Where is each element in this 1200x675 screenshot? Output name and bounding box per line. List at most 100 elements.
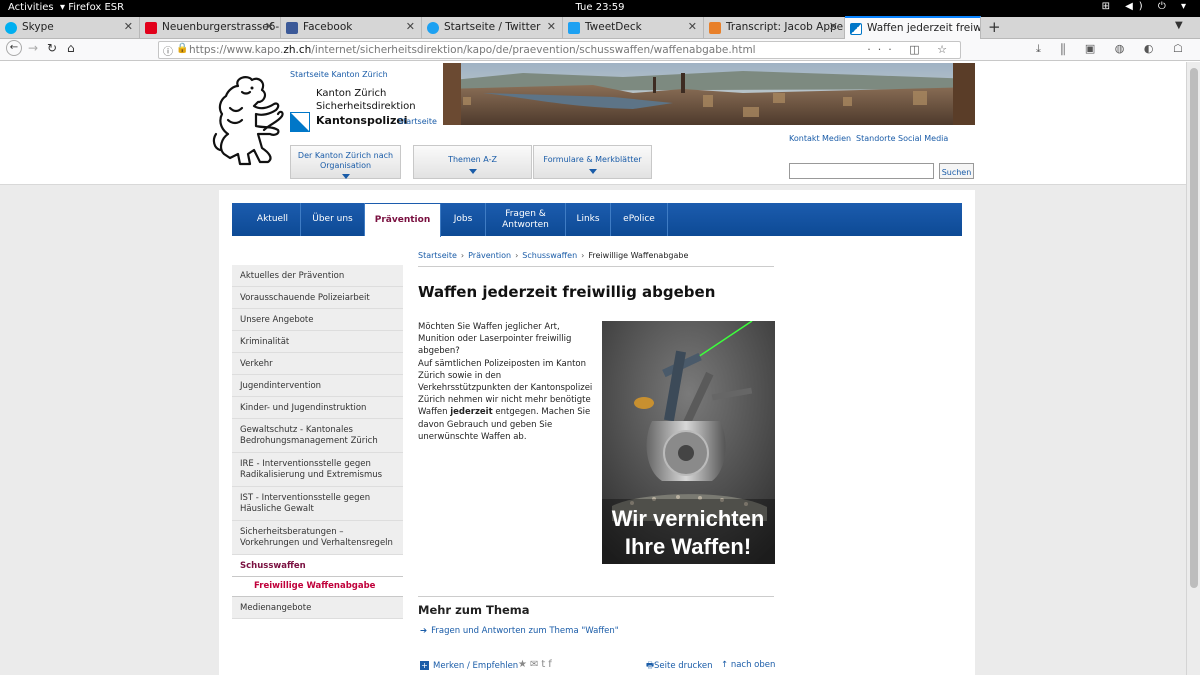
service-link-medien[interactable]: Medien <box>822 134 851 143</box>
facebook-icon[interactable]: f <box>548 659 555 670</box>
skype-icon <box>5 22 17 34</box>
tab-tweetdeck[interactable]: TweetDeck ✕ <box>563 17 704 39</box>
service-link-kontakt[interactable]: Kontakt <box>789 134 820 143</box>
topnav-themen[interactable]: Themen A-Z <box>413 145 532 179</box>
home-button[interactable]: ⌂ <box>67 41 75 55</box>
chevron-down-icon <box>588 169 597 174</box>
plus-icon: + <box>420 661 429 670</box>
breadcrumb-link[interactable]: Startseite <box>418 251 457 260</box>
arrow-up-icon: ↑ <box>721 660 731 670</box>
mainnav-aktuell[interactable]: Aktuell <box>245 203 301 236</box>
chevron-down-icon <box>341 174 350 179</box>
merken-label: Merken / Empfehlen <box>433 661 519 671</box>
site-search-button[interactable]: Suchen <box>939 163 974 179</box>
merken-empfehlen-button[interactable]: + Merken / Empfehlen <box>420 661 518 671</box>
mainnav-epolice[interactable]: ePolice <box>611 203 668 236</box>
kapo-startseite-link[interactable]: Startseite <box>398 117 437 126</box>
system-status-icons[interactable]: ⊞ ◀) ⏻ ▾ <box>1102 1 1192 12</box>
topnav-label: Formulare & Merkblätter <box>543 155 642 164</box>
sidebar-item-gewaltschutz[interactable]: Gewaltschutz - Kantonales Bedrohungsmana… <box>232 419 403 453</box>
sidebar-item-waffenabgabe[interactable]: Freiwillige Waffenabgabe <box>232 577 403 597</box>
service-link-standorte[interactable]: Standorte <box>856 134 896 143</box>
topnav-formulare[interactable]: Formulare & Merkblätter <box>533 145 652 179</box>
topnav-organisation[interactable]: Der Kanton Zürich nach Organisation <box>290 145 401 179</box>
sidebar-item-ire[interactable]: IRE - Interventionsstelle gegen Radikali… <box>232 453 403 487</box>
mainnav-praevention[interactable]: Prävention <box>365 204 441 237</box>
tab-twitter[interactable]: Startseite / Twitter ✕ <box>422 17 563 39</box>
sidebar-item-jugendinstruktion[interactable]: Kinder- und Jugendinstruktion <box>232 397 403 419</box>
related-link[interactable]: ➔ Fragen und Antworten zum Thema "Waffen" <box>420 626 619 636</box>
sidebar-item-verkehr[interactable]: Verkehr <box>232 353 403 375</box>
topnav-label: Der Kanton Zürich nach Organisation <box>297 151 394 170</box>
tab-facebook[interactable]: Facebook ✕ <box>281 17 422 39</box>
mainnav-links[interactable]: Links <box>566 203 611 236</box>
tab-label: Skype <box>22 21 54 33</box>
sidebar-item-schusswaffen[interactable]: Schusswaffen <box>232 555 403 577</box>
close-icon[interactable]: ✕ <box>406 20 415 33</box>
close-icon[interactable]: ✕ <box>124 20 133 33</box>
back-to-top-button[interactable]: ↑ nach oben <box>721 660 775 670</box>
article-paragraph: Möchten Sie Waffen jeglicher Art, Muniti… <box>418 322 572 357</box>
sidebar-item-medienangebote[interactable]: Medienangebote <box>232 597 403 619</box>
breadcrumb-link[interactable]: Prävention <box>468 251 511 260</box>
breadcrumb-link[interactable]: Schusswaffen <box>522 251 577 260</box>
tab-label: TweetDeck <box>585 21 642 33</box>
zettel-icon <box>145 22 157 34</box>
sidebar-item-aktuelles[interactable]: Aktuelles der Prävention <box>232 265 403 287</box>
system-top-bar: Activities ▾ Firefox ESR Tue 23:59 ⊞ ◀) … <box>0 0 1200 17</box>
lock-icon[interactable]: 🔒 <box>176 43 188 54</box>
tab-neuenburgerstrasse[interactable]: Neuenburgerstrasse6-10 ✕ <box>140 17 281 39</box>
mainnav-ueber-uns[interactable]: Über uns <box>301 203 365 236</box>
tab-waffen-active[interactable]: Waffen jederzeit freiwillig <box>845 16 981 40</box>
sidebar-item-jugendintervention[interactable]: Jugendintervention <box>232 375 403 397</box>
reload-button[interactable]: ↻ <box>47 41 57 55</box>
close-icon[interactable]: ✕ <box>829 20 838 33</box>
mainnav-jobs[interactable]: Jobs <box>441 203 486 236</box>
mainnav-fragen-antworten[interactable]: Fragen & Antworten <box>486 203 566 236</box>
tab-label: Facebook <box>303 21 353 33</box>
sidebar-item-ist[interactable]: IST - Interventionsstelle gegen Häuslich… <box>232 487 403 521</box>
url-host: zh.ch <box>283 44 312 56</box>
scrollbar-thumb[interactable] <box>1190 68 1198 588</box>
article-paragraph: Auf sämtlichen Polizeiposten im Kanton Z… <box>418 358 594 443</box>
org-line-kanton: Kanton Zürich <box>316 88 387 99</box>
poster-headline-1: Wir vernichten <box>612 506 765 531</box>
list-all-tabs-button[interactable]: ▼ <box>1175 20 1183 31</box>
tab-label: Neuenburgerstrasse6-10 <box>162 21 281 33</box>
site-search-input[interactable] <box>789 163 934 179</box>
back-to-top-label: nach oben <box>730 660 776 670</box>
content-frame: Aktuell Über uns Prävention Jobs Fragen … <box>219 190 975 675</box>
breadcrumb-current: Freiwillige Waffenabgabe <box>588 251 689 260</box>
print-page-button[interactable]: 🖶Seite drucken <box>646 660 712 674</box>
article-text: Möchten Sie Waffen jeglicher Art, Muniti… <box>418 321 594 443</box>
close-icon[interactable]: ✕ <box>688 20 697 33</box>
kanton-zuerich-icon <box>850 23 862 35</box>
tab-label: Startseite / Twitter <box>444 21 541 33</box>
tab-transcript[interactable]: Transcript: Jacob Appelbaum ✕ <box>704 17 845 39</box>
sidebar-item-angebote[interactable]: Unsere Angebote <box>232 309 403 331</box>
chevron-right-icon: › <box>581 251 585 260</box>
page-scrollbar[interactable] <box>1186 62 1200 675</box>
divider <box>418 596 774 597</box>
sidebar-item-sicherheitsberatungen[interactable]: Sicherheitsberatungen – Vorkehrungen und… <box>232 521 403 555</box>
address-bar[interactable]: ⓘ 🔒 https://www.kapo.zh.ch/internet/sich… <box>158 41 961 59</box>
mail-icon[interactable]: ✉ <box>530 659 541 670</box>
service-link-social-media[interactable]: Social Media <box>898 134 948 143</box>
toolbar-icons[interactable]: ⤓ ⫼ ▣ ◍ ◐ ☖ ☰ <box>1036 42 1200 56</box>
sidebar-item-kriminalitaet[interactable]: Kriminalität <box>232 331 403 353</box>
close-icon[interactable]: ✕ <box>265 20 274 33</box>
star-icon[interactable]: ★ <box>518 659 530 670</box>
share-icons: ★✉tf <box>518 659 555 670</box>
info-icon[interactable]: ⓘ <box>163 43 173 58</box>
page-actions[interactable]: ··· ◫ ☆ <box>867 43 954 56</box>
clock[interactable]: Tue 23:59 <box>0 2 1200 13</box>
printer-icon: 🖶 <box>646 661 655 671</box>
close-icon[interactable]: ✕ <box>547 20 556 33</box>
zuercher-loewe-logo[interactable] <box>208 74 288 170</box>
forward-button[interactable]: → <box>28 41 38 55</box>
kanton-zuerich-home-link[interactable]: Startseite Kanton Zürich <box>290 70 388 79</box>
back-button[interactable]: ← <box>6 40 22 56</box>
tab-skype[interactable]: Skype ✕ <box>0 17 140 39</box>
new-tab-button[interactable]: + <box>988 18 1001 36</box>
sidebar-item-polizeiarbeit[interactable]: Vorausschauende Polizeiarbeit <box>232 287 403 309</box>
